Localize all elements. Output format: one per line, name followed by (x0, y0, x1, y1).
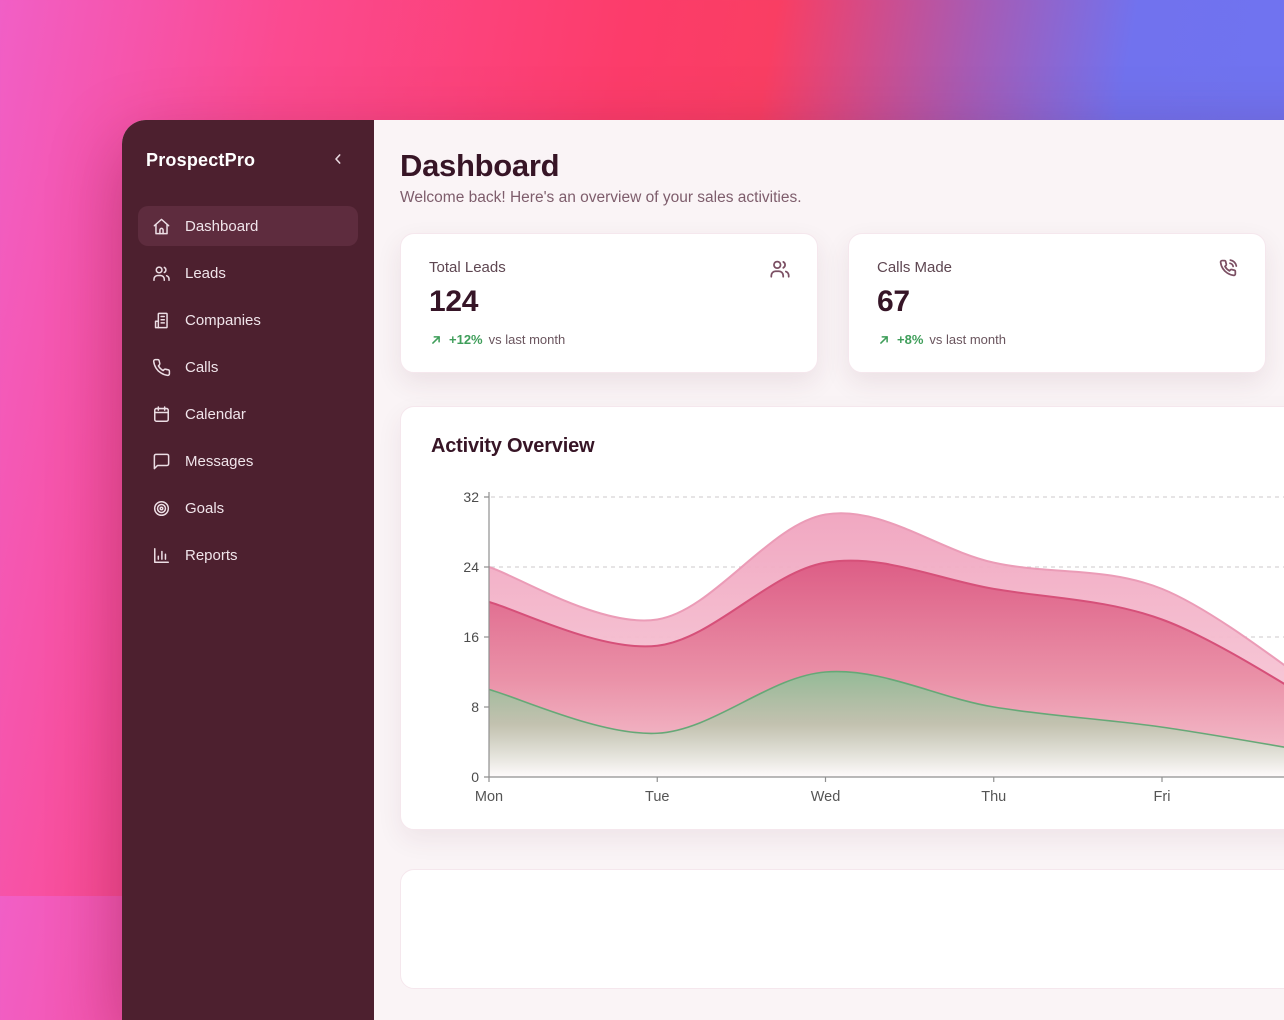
building-icon (152, 311, 171, 330)
sidebar-item-label: Leads (185, 265, 226, 282)
calendar-icon (152, 405, 171, 424)
svg-text:Wed: Wed (811, 789, 841, 805)
trend-up-icon (877, 333, 891, 347)
page-title: Dashboard (400, 148, 1284, 184)
sidebar-item-calls[interactable]: Calls (138, 347, 358, 387)
sidebar-item-label: Goals (185, 500, 224, 517)
sidebar-item-label: Calls (185, 359, 218, 376)
target-icon (152, 499, 171, 518)
next-section-card (400, 869, 1284, 989)
stat-change: +8% vs last month (877, 332, 1237, 347)
stat-value: 67 (877, 285, 1237, 319)
users-icon (152, 264, 171, 283)
svg-text:Mon: Mon (475, 789, 503, 805)
chevron-left-icon (330, 151, 346, 170)
sidebar-item-goals[interactable]: Goals (138, 488, 358, 528)
change-note: vs last month (929, 332, 1006, 347)
message-icon (152, 452, 171, 471)
stat-label: Calls Made (877, 259, 1237, 276)
page-subtitle: Welcome back! Here's an overview of your… (400, 189, 1284, 207)
phone-icon (152, 358, 171, 377)
app-window: ProspectPro Dashboard Leads Companies Calls… (122, 120, 1284, 1020)
svg-text:16: 16 (463, 629, 479, 645)
sidebar-item-label: Calendar (185, 406, 246, 423)
activity-overview-card: Activity Overview 08162432MonTueWedThuFr… (400, 406, 1284, 830)
stat-card-calls-made: Calls Made 67 +8% vs last month (848, 233, 1266, 373)
sidebar-item-messages[interactable]: Messages (138, 441, 358, 481)
change-percent: +12% (449, 332, 483, 347)
collapse-sidebar-button[interactable] (326, 148, 350, 172)
users-icon (769, 258, 791, 285)
sidebar-item-label: Companies (185, 312, 261, 329)
svg-text:8: 8 (471, 699, 479, 715)
stats-row: Total Leads 124 +12% vs last month Calls… (400, 233, 1284, 373)
stat-change: +12% vs last month (429, 332, 789, 347)
sidebar-item-label: Messages (185, 453, 253, 470)
svg-text:32: 32 (463, 489, 479, 505)
sidebar-nav: Dashboard Leads Companies Calls Calendar Mess… (138, 206, 358, 575)
svg-text:0: 0 (471, 769, 479, 785)
stat-value: 124 (429, 285, 789, 319)
home-icon (152, 217, 171, 236)
sidebar-item-calendar[interactable]: Calendar (138, 394, 358, 434)
activity-area-chart: 0 8 16 24 32 Mon Tue Wed Thu Fri (401, 407, 1284, 830)
phone-call-icon (1217, 258, 1239, 285)
main-content: Dashboard Welcome back! Here's an overvi… (374, 120, 1284, 1020)
desktop-background: { "app": { "name": "ProspectPro" }, "sid… (0, 0, 1284, 896)
sidebar-item-label: Reports (185, 547, 238, 564)
sidebar-item-companies[interactable]: Companies (138, 300, 358, 340)
bar-chart-icon (152, 546, 171, 565)
sidebar-item-dashboard[interactable]: Dashboard (138, 206, 358, 246)
sidebar-item-leads[interactable]: Leads (138, 253, 358, 293)
change-percent: +8% (897, 332, 923, 347)
sidebar-item-label: Dashboard (185, 218, 258, 235)
svg-text:Fri: Fri (1154, 789, 1171, 805)
sidebar: ProspectPro Dashboard Leads Companies Calls… (122, 120, 374, 1020)
sidebar-header: ProspectPro (138, 148, 358, 172)
trend-up-icon (429, 333, 443, 347)
svg-text:24: 24 (463, 559, 479, 575)
app-title: ProspectPro (146, 150, 255, 171)
svg-text:Tue: Tue (645, 789, 669, 805)
sidebar-item-reports[interactable]: Reports (138, 535, 358, 575)
svg-text:Thu: Thu (981, 789, 1006, 805)
change-note: vs last month (489, 332, 566, 347)
stat-card-total-leads: Total Leads 124 +12% vs last month (400, 233, 818, 373)
stat-label: Total Leads (429, 259, 789, 276)
